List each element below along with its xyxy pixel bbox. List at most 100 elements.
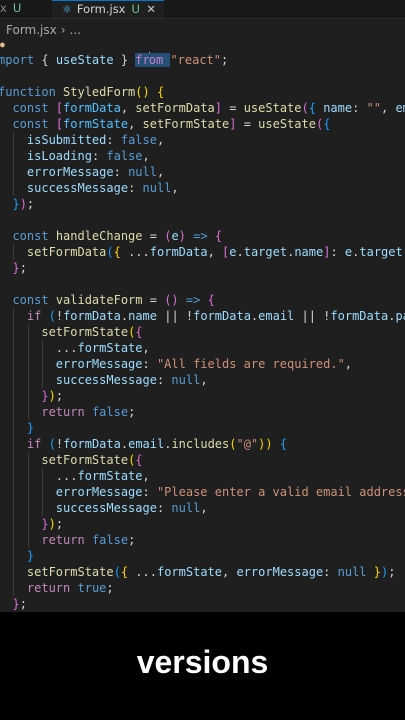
code-token: null <box>171 373 201 387</box>
code-token: [ <box>55 101 64 115</box>
code-token: true <box>77 581 107 595</box>
code-token: : <box>156 501 172 515</box>
lightbulb-icon[interactable]: ● <box>0 40 5 49</box>
code-token: ) <box>19 197 27 211</box>
code-token: ( <box>48 437 56 451</box>
code-line[interactable]: ...formState, <box>0 340 405 356</box>
code-line[interactable]: }; <box>0 596 405 612</box>
tab-previous-file[interactable]: sx U <box>0 0 21 18</box>
code-token: isLoading <box>26 149 92 163</box>
code-line[interactable]: } <box>0 548 405 564</box>
code-line[interactable]: }); <box>0 196 405 212</box>
code-token: , <box>381 101 396 115</box>
code-line[interactable]: }); <box>0 388 405 404</box>
indent-guide <box>13 500 15 516</box>
code-token: validateForm <box>55 293 143 307</box>
code-line[interactable]: setFormState({ <box>0 452 405 468</box>
code-token: formData <box>330 309 389 323</box>
code-token: setFormData <box>135 101 215 115</box>
indent-guide <box>13 308 15 324</box>
code-line[interactable]: ...formState, <box>0 468 405 484</box>
code-token: , <box>142 341 150 355</box>
code-line[interactable] <box>0 276 405 292</box>
code-token: if <box>26 309 42 323</box>
code-line[interactable]: isLoading: false, <box>0 148 405 164</box>
code-line[interactable]: }; <box>0 260 405 276</box>
code-token: return <box>41 533 85 547</box>
code-token: : <box>323 565 338 579</box>
code-token: const <box>12 101 56 115</box>
code-token: handleChange <box>55 229 143 243</box>
code-token: ! <box>55 309 64 323</box>
indent-guide <box>27 532 29 548</box>
code-line[interactable]: isSubmitted: false, <box>0 132 405 148</box>
code-line[interactable]: if (!formData.email.includes("@")) { <box>0 436 405 452</box>
code-token: password <box>395 309 405 323</box>
code-line[interactable]: }); <box>0 516 405 532</box>
code-line[interactable]: setFormState({ ...formState, errorMessag… <box>0 564 405 580</box>
code-line[interactable]: const validateForm = () => { <box>0 292 405 308</box>
code-token: => <box>185 293 201 307</box>
code-line[interactable]: mport { useState } from "react"; <box>0 52 405 68</box>
code-line[interactable]: function StyledForm() { <box>0 84 405 100</box>
code-line[interactable]: successMessage: null, <box>0 372 405 388</box>
code-token: ) <box>178 229 186 243</box>
code-token: : <box>128 181 143 195</box>
indent-guide <box>27 468 29 484</box>
close-tab-icon[interactable]: ✕ <box>146 1 156 17</box>
code-line[interactable]: successMessage: null, <box>0 500 405 516</box>
code-token: , <box>222 565 237 579</box>
code-token: : <box>91 149 107 163</box>
code-line[interactable]: if (!formData.name || !formData.email ||… <box>0 308 405 324</box>
code-token: { <box>120 565 136 579</box>
code-token: = <box>142 229 165 243</box>
code-line[interactable]: setFormData({ ...formData, [e.target.nam… <box>0 244 405 260</box>
code-token: errorMessage <box>55 357 143 371</box>
code-line[interactable]: return true; <box>0 580 405 596</box>
code-line[interactable]: } <box>0 420 405 436</box>
code-token: : <box>142 485 157 499</box>
code-line[interactable]: const handleChange = (e) => { <box>0 228 405 244</box>
code-line[interactable]: successMessage: null, <box>0 180 405 196</box>
indent-guide <box>13 532 15 548</box>
code-line[interactable] <box>0 68 405 84</box>
code-token: ; <box>26 197 35 211</box>
code-line[interactable]: errorMessage: "All fields are required."… <box>0 356 405 372</box>
code-token: ... <box>0 341 78 355</box>
code-area[interactable]: mport { useState } from "react"; functio… <box>0 52 405 612</box>
indent-guide <box>13 132 15 148</box>
code-token: : <box>156 373 172 387</box>
code-token: null <box>142 181 172 195</box>
code-editor[interactable]: sxU ⚛Form.jsxU ✕ Form.jsx›... ● mport { … <box>0 0 405 612</box>
code-line[interactable]: return false; <box>0 404 405 420</box>
code-token: errorMessage <box>236 565 324 579</box>
code-token: formState <box>156 565 223 579</box>
breadcrumb-file[interactable]: Form.jsx <box>6 23 57 37</box>
untracked-badge: U <box>12 1 22 15</box>
code-token: } <box>41 389 49 403</box>
code-token: || ! <box>157 309 194 323</box>
breadcrumb-more[interactable]: ... <box>70 23 81 37</box>
code-token: "@" <box>236 437 259 451</box>
code-line[interactable]: return false; <box>0 532 405 548</box>
indent-guide <box>27 404 29 420</box>
code-token: const <box>12 293 56 307</box>
code-token: name <box>294 245 324 259</box>
code-token: ; <box>128 533 136 547</box>
code-line[interactable]: errorMessage: "Please enter a valid emai… <box>0 484 405 500</box>
code-token: e <box>171 229 179 243</box>
code-line[interactable] <box>0 212 405 228</box>
code-token: formData <box>193 309 251 323</box>
indent-guide <box>42 500 44 516</box>
code-token: } <box>26 421 35 435</box>
code-line[interactable]: const [formState, setFormState] = useSta… <box>0 116 405 132</box>
code-token: , <box>142 149 150 163</box>
tab-form-jsx[interactable]: ⚛ Form.jsx U ✕ <box>52 0 164 18</box>
code-line[interactable]: setFormState({ <box>0 324 405 340</box>
code-line[interactable]: errorMessage: null, <box>0 164 405 180</box>
code-line[interactable]: const [formData, setFormData] = useState… <box>0 100 405 116</box>
